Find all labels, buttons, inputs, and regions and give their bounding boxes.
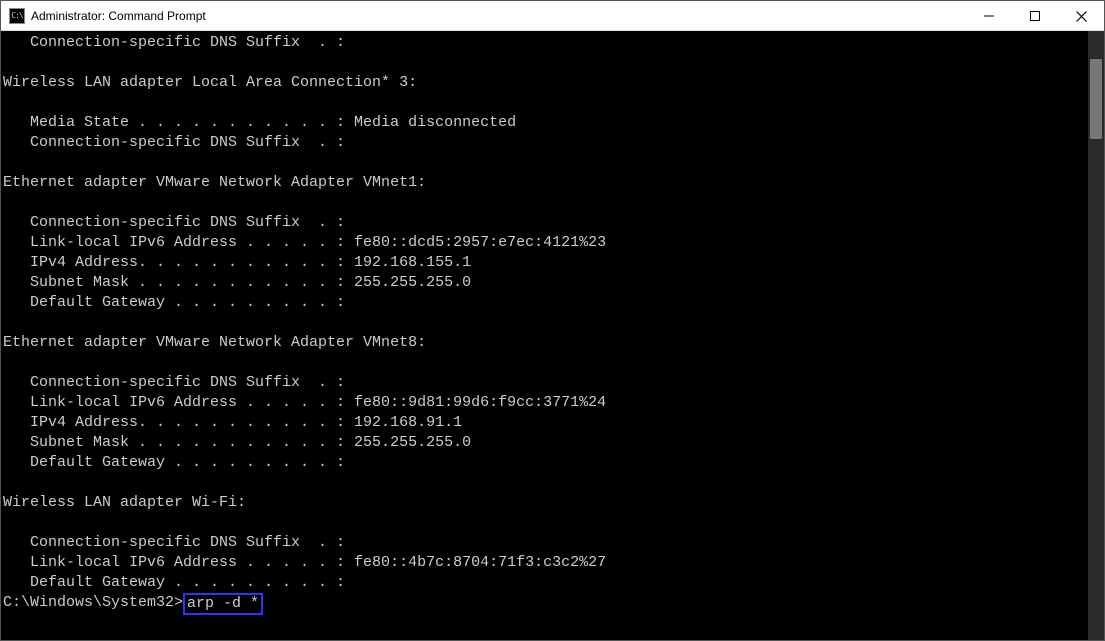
prompt-text: C:\Windows\System32>: [3, 593, 183, 615]
terminal-area[interactable]: Connection-specific DNS Suffix . : Wirel…: [1, 31, 1104, 640]
terminal-content[interactable]: Connection-specific DNS Suffix . : Wirel…: [1, 31, 1088, 640]
scrollbar-thumb[interactable]: [1090, 59, 1102, 139]
prompt-line[interactable]: C:\Windows\System32>arp -d *: [3, 593, 1086, 615]
typed-command-highlight: arp -d *: [183, 593, 263, 615]
window-title: Administrator: Command Prompt: [31, 9, 966, 23]
window-controls: [966, 1, 1104, 30]
close-button[interactable]: [1058, 1, 1104, 31]
scrollbar[interactable]: [1088, 31, 1104, 640]
titlebar[interactable]: C:\ Administrator: Command Prompt: [1, 1, 1104, 31]
minimize-button[interactable]: [966, 1, 1012, 31]
command-prompt-window: C:\ Administrator: Command Prompt Connec…: [0, 0, 1105, 641]
maximize-button[interactable]: [1012, 1, 1058, 31]
terminal-output: Connection-specific DNS Suffix . : Wirel…: [3, 33, 1086, 593]
cmd-icon: C:\: [9, 8, 25, 24]
